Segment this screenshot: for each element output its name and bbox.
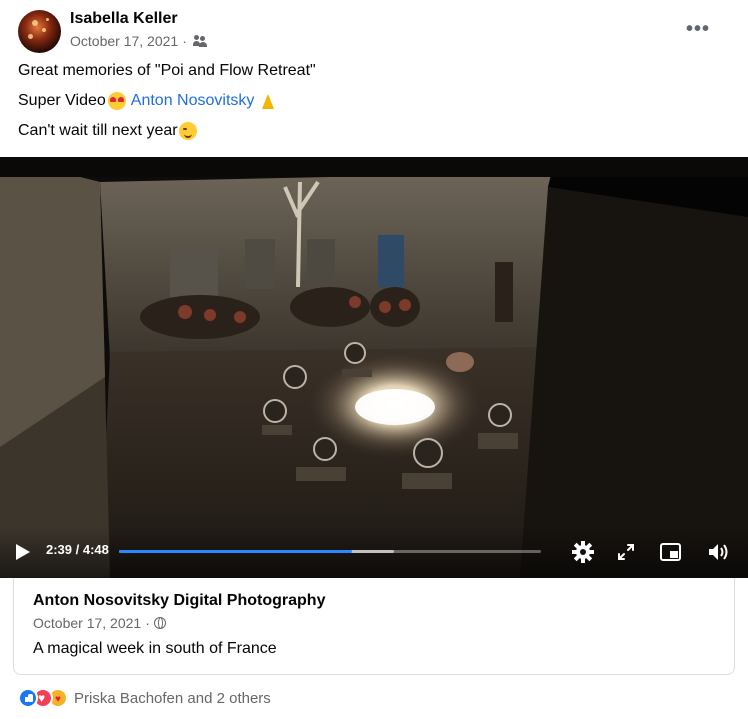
post-text-line-1: Great memories of "Poi and Flow Retreat" [18,62,316,79]
volume-icon[interactable] [706,540,730,564]
mention-link[interactable]: Anton Nosovitsky [131,92,255,110]
post-text-line: Can't wait till next year [18,122,316,140]
meta-separator: · [145,615,150,631]
reactions-summary[interactable]: Priska Bachofen and 2 others [18,686,271,710]
link-preview-title[interactable]: Anton Nosovitsky Digital Photography [33,592,325,610]
facebook-post: Isabella Keller October 17, 2021 · ••• G… [0,0,748,719]
heart-eyes-emoji-icon [107,92,126,110]
video-player[interactable]: 2:39 / 4:48 [0,157,748,578]
video-controls: 2:39 / 4:48 [0,526,748,578]
reactions-text[interactable]: Priska Bachofen and 2 others [74,690,271,707]
post-date[interactable]: October 17, 2021 [70,33,178,49]
time-separator: / [72,542,83,557]
globe-icon [153,617,166,629]
friends-icon[interactable] [192,35,207,47]
fullscreen-icon[interactable] [614,540,638,564]
link-preview-description: A magical week in south of France [33,640,277,657]
current-time: 2:39 [46,542,73,557]
duration: 4:48 [82,542,109,557]
link-preview-date[interactable]: October 17, 2021 [33,615,141,631]
link-preview-meta: October 17, 2021 · [33,615,166,631]
picture-in-picture-icon[interactable] [659,540,683,564]
wink-emoji-icon [178,122,197,140]
video-time: 2:39 / 4:48 [46,542,109,557]
play-icon[interactable] [16,544,30,560]
post-header: Isabella Keller October 17, 2021 · ••• [18,8,730,54]
post-text: Great memories of "Poi and Flow Retreat"… [18,62,316,152]
folded-hands-emoji-icon [259,92,277,110]
post-text-line: Great memories of "Poi and Flow Retreat" [18,62,316,80]
post-meta: October 17, 2021 · [70,33,207,49]
progress-played [119,550,352,553]
more-options-button[interactable]: ••• [686,19,710,39]
post-text-line: Super Video Anton Nosovitsky [18,92,316,110]
meta-separator: · [182,33,187,49]
settings-gear-icon[interactable] [571,540,595,564]
video-progress-bar[interactable] [119,550,541,553]
like-icon[interactable] [18,688,38,708]
post-text-line-3: Can't wait till next year [18,122,178,139]
link-preview-card[interactable]: Anton Nosovitsky Digital Photography Oct… [13,578,735,675]
video-frame [0,157,748,578]
avatar[interactable] [18,10,61,53]
author-name[interactable]: Isabella Keller [70,10,178,28]
post-text-line-2: Super Video [18,92,106,109]
